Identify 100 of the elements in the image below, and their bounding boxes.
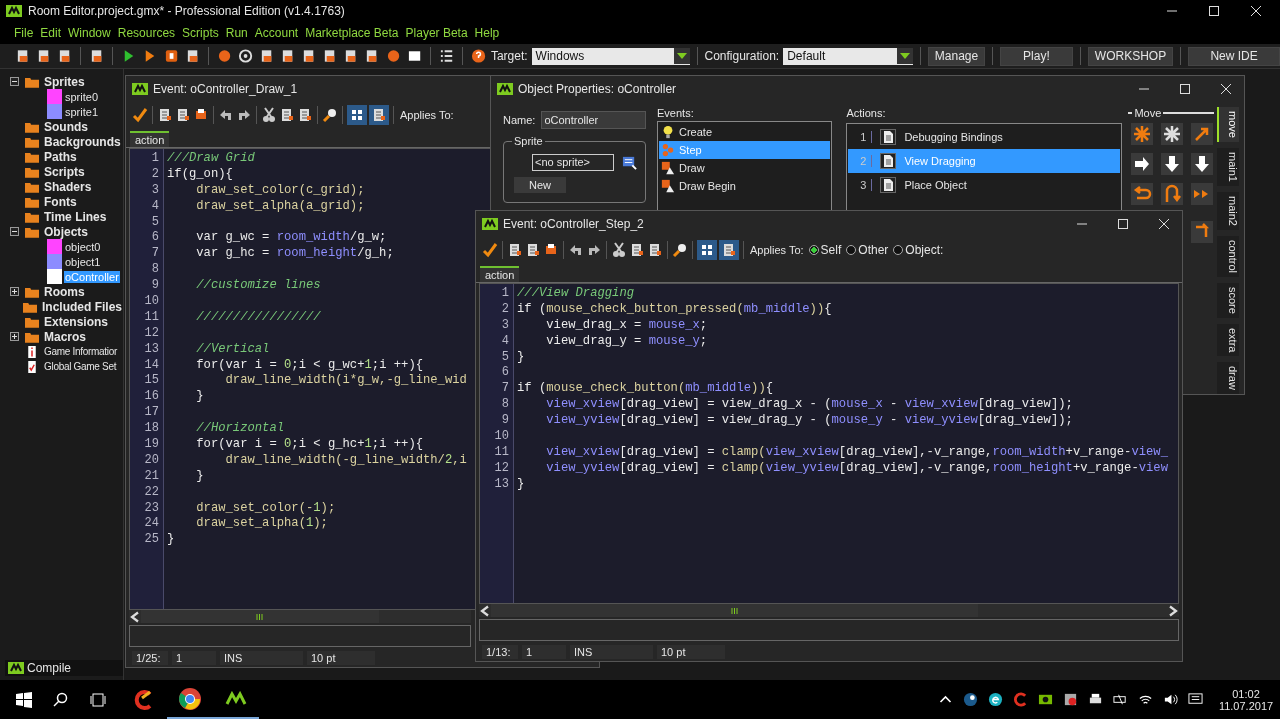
action-item[interactable]: 1 Debugging Bindings xyxy=(848,125,1121,149)
search-icon[interactable] xyxy=(672,242,688,258)
radio-option[interactable]: Object: xyxy=(893,243,944,257)
configuration-dropdown[interactable]: Default xyxy=(783,47,913,65)
menu-item[interactable]: Account xyxy=(254,26,299,40)
event-item[interactable]: Create xyxy=(659,123,831,141)
paste-icon[interactable] xyxy=(647,242,663,258)
side-tab[interactable]: move xyxy=(1217,107,1239,142)
cut-icon[interactable] xyxy=(611,242,627,258)
windows-start-icon[interactable] xyxy=(16,691,32,708)
toolbar-button[interactable]: New IDE xyxy=(1188,46,1280,66)
redo-icon[interactable] xyxy=(236,107,252,123)
new-button[interactable]: New xyxy=(514,177,566,193)
paste-icon[interactable] xyxy=(297,107,313,123)
task-view-icon[interactable] xyxy=(90,691,106,708)
browse-icon[interactable] xyxy=(622,155,637,170)
tree-item[interactable]: Backgrounds xyxy=(43,134,122,149)
list-icon[interactable] xyxy=(438,48,454,64)
check-icon[interactable] xyxy=(482,242,498,258)
room-icon[interactable] xyxy=(406,48,422,64)
tree-item[interactable]: sprite0 xyxy=(64,90,100,103)
burst-arrows-icon[interactable] xyxy=(1131,123,1154,145)
burst-arrows-icon[interactable] xyxy=(1161,123,1184,145)
event-item[interactable]: Draw Begin xyxy=(659,177,831,195)
tree-item[interactable]: Shaders xyxy=(43,179,93,194)
tree-item[interactable]: object0 xyxy=(64,240,102,253)
radio-option[interactable]: Self xyxy=(808,243,842,257)
notifications-icon[interactable] xyxy=(1188,692,1203,707)
power-icon[interactable] xyxy=(1113,692,1128,707)
editor-tab[interactable]: action xyxy=(130,131,170,147)
tree-item[interactable]: Macros xyxy=(43,329,88,344)
side-tab[interactable]: score xyxy=(1217,282,1239,318)
target-icon[interactable] xyxy=(237,48,253,64)
tree-item[interactable]: object1 xyxy=(64,255,102,268)
menu-item[interactable]: File xyxy=(14,26,34,40)
horizontal-scrollbar[interactable] xyxy=(129,610,471,623)
volume-icon[interactable] xyxy=(1163,692,1178,707)
menu-item[interactable]: Marketplace Beta xyxy=(305,26,399,40)
menu-item[interactable]: Scripts xyxy=(182,26,219,40)
ball-icon[interactable] xyxy=(385,48,401,64)
expander-icon[interactable] xyxy=(10,287,19,296)
help-icon[interactable] xyxy=(470,48,486,64)
side-tab[interactable]: main1 xyxy=(1217,147,1239,186)
tree-item[interactable]: Fonts xyxy=(43,194,78,209)
scroll-right-icon[interactable] xyxy=(1167,604,1179,617)
expander-icon[interactable] xyxy=(10,332,19,341)
tree-item[interactable]: Extensions xyxy=(43,314,110,329)
grip-icon[interactable] xyxy=(730,607,738,614)
side-tab[interactable]: control xyxy=(1217,235,1239,277)
toolbar-button[interactable]: Manage xyxy=(927,46,986,66)
sprite-field[interactable]: <no sprite> xyxy=(532,154,614,171)
minimized-window[interactable]: Compile xyxy=(5,660,123,676)
tree-item[interactable]: Game Informatior xyxy=(43,346,118,357)
menu-item[interactable]: Run xyxy=(225,26,248,40)
expander-icon[interactable] xyxy=(10,77,19,86)
side-tab[interactable]: main2 xyxy=(1217,191,1239,230)
search-icon[interactable] xyxy=(322,107,338,123)
side-tab[interactable]: extra xyxy=(1217,323,1239,357)
menu-item[interactable]: Resources xyxy=(117,26,176,40)
menu-item[interactable]: Window xyxy=(68,26,111,40)
event-item[interactable]: Draw xyxy=(659,159,831,177)
copy-icon[interactable] xyxy=(629,242,645,258)
scroll-left-icon[interactable] xyxy=(479,604,491,617)
menu-item[interactable]: Edit xyxy=(40,26,62,40)
document-icon[interactable] xyxy=(719,240,739,260)
toolbar-button[interactable]: WORKSHOP xyxy=(1087,46,1174,66)
editor-tab[interactable]: action xyxy=(480,266,520,282)
tree-item[interactable]: Scripts xyxy=(43,164,86,179)
tray-icon[interactable] xyxy=(1038,692,1053,707)
search-icon[interactable] xyxy=(53,691,69,708)
radio-option[interactable]: Other xyxy=(846,243,889,257)
tree-item[interactable]: Time Lines xyxy=(43,209,108,224)
grid-icon[interactable] xyxy=(697,240,717,260)
pacman-icon[interactable] xyxy=(216,48,232,64)
copy-icon[interactable] xyxy=(279,107,295,123)
u-turn-icon[interactable] xyxy=(1161,183,1184,205)
target-dropdown[interactable]: Windows xyxy=(531,47,690,65)
menu-item[interactable]: Help xyxy=(474,26,500,40)
tray-icon[interactable] xyxy=(988,692,1003,707)
tree-item[interactable]: Sounds xyxy=(43,119,89,134)
tree-item[interactable]: Paths xyxy=(43,149,78,164)
tray-icon[interactable] xyxy=(963,692,978,707)
tree-item[interactable]: Objects xyxy=(43,224,89,239)
expander-icon[interactable] xyxy=(10,227,19,236)
tree-item[interactable]: Sprites xyxy=(43,74,86,89)
toolbar-button[interactable]: Play! xyxy=(1000,46,1073,66)
scroll-left-icon[interactable] xyxy=(129,610,141,623)
name-field[interactable]: oController xyxy=(541,111,646,129)
grid-icon[interactable] xyxy=(347,105,367,125)
cut-icon[interactable] xyxy=(261,107,277,123)
tree-item[interactable]: sprite1 xyxy=(64,105,100,118)
tree-item[interactable]: Rooms xyxy=(43,284,86,299)
grip-icon[interactable] xyxy=(256,613,264,620)
action-item[interactable]: 3 Place Object xyxy=(848,173,1121,197)
document-icon[interactable] xyxy=(369,105,389,125)
tree-item[interactable]: Global Game Set xyxy=(43,361,118,372)
redo-icon[interactable] xyxy=(586,242,602,258)
side-tab[interactable]: draw xyxy=(1217,362,1239,395)
tray-icon[interactable] xyxy=(1063,692,1078,707)
stop-icon[interactable] xyxy=(163,48,179,64)
